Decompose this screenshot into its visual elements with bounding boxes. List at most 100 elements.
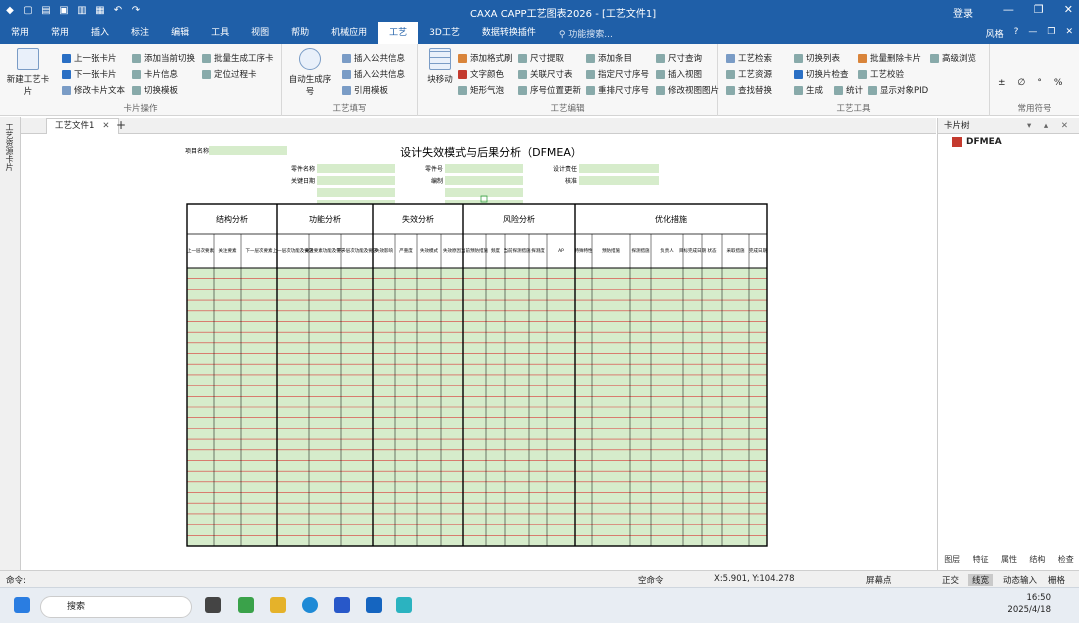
login-button[interactable]: 登录 (953, 5, 973, 20)
show-object-pid-button[interactable]: 显示对象PID (868, 84, 928, 96)
column-header: 探测度 (531, 247, 545, 254)
linked-dimension-table-button[interactable]: 关联尺寸表 (518, 68, 573, 80)
help-icon[interactable]: ? (1014, 27, 1019, 40)
tab-3d-process[interactable]: 3D工艺 (418, 22, 471, 44)
renumber-dimension-button[interactable]: 重排尺寸序号 (586, 84, 649, 96)
add-entry-button[interactable]: 添加条目 (586, 52, 632, 64)
auto-serial-button[interactable]: 自动生成序号 (286, 48, 334, 97)
drawing-canvas[interactable]: 设计失效模式与后果分析（DFMEA） 项目名称 零件名称 零件号 设计责任 关键日期 编制 核… (21, 134, 936, 570)
ribbon-restore-button[interactable]: ❐ (1047, 27, 1055, 40)
style-dropdown[interactable]: 风格 (986, 27, 1004, 40)
tab-tools[interactable]: 工具 (200, 22, 240, 44)
dynamic-input-toggle[interactable]: 动态输入 (1003, 574, 1037, 586)
process-resource-button[interactable]: 工艺资源 (726, 68, 772, 80)
block-move-button[interactable]: 块移动 (420, 48, 460, 85)
card-info-button[interactable]: 卡片信息 (132, 68, 178, 80)
tab-layers[interactable]: 图层 (944, 554, 960, 568)
find-replace-button[interactable]: 查找替换 (726, 84, 772, 96)
tab-process[interactable]: 工艺 (378, 22, 419, 44)
tab-file[interactable]: 常用 (0, 22, 40, 44)
dimension-query-button[interactable]: 尺寸查询 (656, 52, 702, 64)
text-color-button[interactable]: 文字颜色 (458, 68, 504, 80)
maximize-button[interactable]: ❐ (1034, 3, 1044, 16)
tab-mechanical[interactable]: 机械应用 (320, 22, 378, 44)
reference-template-button[interactable]: 引用模板 (342, 84, 388, 96)
open-icon[interactable]: ▤ (40, 5, 52, 17)
tab-data-conversion[interactable]: 数据转换插件 (471, 22, 547, 44)
switch-list-button[interactable]: 切换列表 (794, 52, 840, 64)
process-validate-button[interactable]: 工艺校验 (858, 68, 904, 80)
add-switch-button[interactable]: 添加当前切换 (132, 52, 195, 64)
widgets-icon[interactable] (238, 597, 254, 613)
format-brush-button[interactable]: 添加格式刷 (458, 52, 513, 64)
file-explorer-icon[interactable] (270, 597, 286, 613)
dimension-extract-button[interactable]: 尺寸提取 (518, 52, 564, 64)
new-icon[interactable]: ▢ (22, 5, 34, 17)
header-field-label: 编制 (431, 177, 443, 185)
serial-position-update-button[interactable]: 序号位置更新 (518, 84, 581, 96)
tab-check[interactable]: 检查 (1058, 554, 1074, 568)
redo-icon[interactable]: ↷ (130, 5, 142, 17)
left-resource-strip[interactable]: 工艺资源卡片 (0, 117, 21, 570)
tab-structure[interactable]: 结构 (1029, 554, 1045, 568)
function-search[interactable]: ⚲ 功能搜索... (559, 27, 613, 40)
minimize-button[interactable]: — (1003, 3, 1014, 16)
tab-common[interactable]: 常用 (40, 22, 80, 44)
tab-help[interactable]: 帮助 (280, 22, 320, 44)
panel-controls[interactable]: ▾ ▴ ✕ (1027, 118, 1073, 134)
save-icon[interactable]: ▣ (58, 5, 70, 17)
degree-symbol[interactable]: ° (1037, 78, 1042, 88)
delete-icon (858, 53, 867, 63)
statistics-button[interactable]: 统计 (834, 84, 863, 96)
insert-common-info2-button[interactable]: 插入公共信息 (342, 68, 405, 80)
modify-card-text-button[interactable]: 修改卡片文本 (62, 84, 125, 96)
advanced-browse-button[interactable]: 高级浏览 (930, 52, 976, 64)
tab-document[interactable]: 工艺文件1 ✕ (46, 118, 119, 134)
switch-template-button[interactable]: 切换模板 (132, 84, 178, 96)
edge-icon[interactable] (302, 597, 318, 613)
insert-view-button[interactable]: 插入视图 (656, 68, 702, 80)
add-tab-button[interactable]: + (116, 118, 126, 133)
tab-annotate[interactable]: 标注 (120, 22, 160, 44)
next-card-button[interactable]: 下一张卡片 (62, 68, 117, 80)
taskbar-search[interactable]: 搜索 (40, 596, 192, 618)
tab-view[interactable]: 视图 (240, 22, 280, 44)
generate-button[interactable]: 生成 (794, 84, 823, 96)
lineweight-toggle[interactable]: 线宽 (968, 574, 994, 586)
snap-mode[interactable]: 屏幕点 (866, 574, 892, 586)
undo-icon[interactable]: ↶ (112, 5, 124, 17)
ribbon-close-button[interactable]: ✕ (1065, 27, 1073, 40)
caxa-app-icon[interactable] (396, 597, 412, 613)
rect-bubble-button[interactable]: 矩形气泡 (458, 84, 504, 96)
batch-delete-card-button[interactable]: 批量删除卡片 (858, 52, 921, 64)
modify-view-image-button[interactable]: 修改视图图片 (656, 84, 719, 96)
grid-toggle[interactable]: 栅格 (1048, 574, 1065, 586)
tab-edit[interactable]: 编辑 (160, 22, 200, 44)
tab-features[interactable]: 特征 (973, 554, 989, 568)
outlook-icon[interactable] (366, 597, 382, 613)
ortho-toggle[interactable]: 正交 (942, 574, 959, 586)
close-tab-icon[interactable]: ✕ (102, 121, 109, 131)
insert-common-info-button[interactable]: 插入公共信息 (342, 52, 405, 64)
print-icon[interactable]: ▦ (94, 5, 106, 17)
tab-properties[interactable]: 属性 (1001, 554, 1017, 568)
close-button[interactable]: ✕ (1064, 3, 1073, 16)
prev-card-button[interactable]: 上一张卡片 (62, 52, 117, 64)
batch-generate-button[interactable]: 批量生成工序卡 (202, 52, 274, 64)
store-icon[interactable] (334, 597, 350, 613)
system-clock[interactable]: 16:50 2025/4/18 (1007, 592, 1051, 616)
process-search-button[interactable]: 工艺检索 (726, 52, 772, 64)
locate-process-card-button[interactable]: 定位过程卡 (202, 68, 257, 80)
assign-dimension-serial-button[interactable]: 指定尺寸序号 (586, 68, 649, 80)
task-view-icon[interactable] (205, 597, 221, 613)
switch-check-button[interactable]: 切换片检查 (794, 68, 849, 80)
new-card-button[interactable]: 新建工艺卡片 (4, 48, 52, 97)
tab-insert[interactable]: 插入 (80, 22, 120, 44)
ribbon-minimize-button[interactable]: — (1028, 27, 1037, 40)
tree-item-dfmea[interactable]: DFMEA (938, 134, 1079, 147)
plus-minus-symbol[interactable]: ± (998, 78, 1006, 88)
start-icon[interactable] (14, 597, 30, 613)
percent-symbol[interactable]: % (1054, 78, 1063, 88)
save-as-icon[interactable]: ▥ (76, 5, 88, 17)
diameter-symbol[interactable]: ∅ (1018, 78, 1026, 88)
